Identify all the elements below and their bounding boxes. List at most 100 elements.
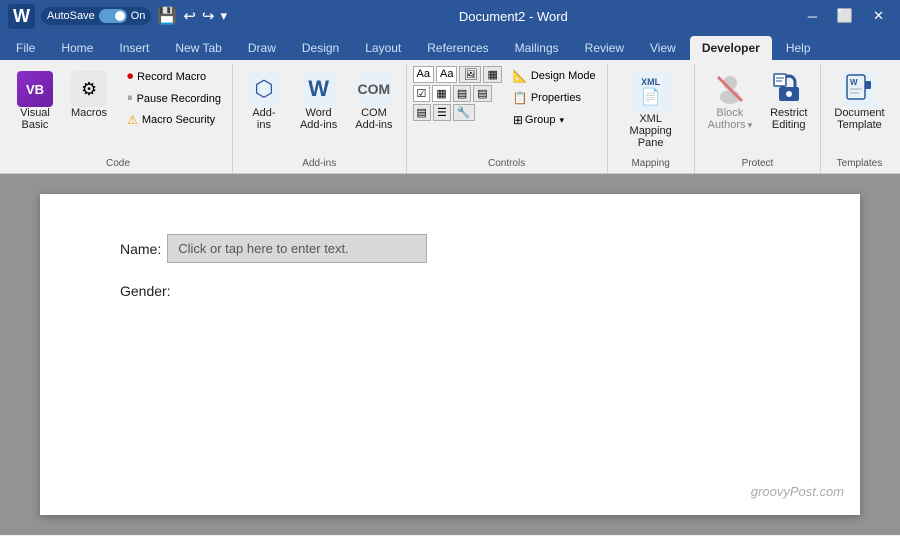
close-button[interactable]: ✕ — [865, 4, 892, 28]
visual-basic-button[interactable]: VB VisualBasic — [10, 66, 60, 136]
design-mode-button[interactable]: 📐 Design Mode — [508, 66, 601, 86]
properties-button[interactable]: 📋 Properties — [508, 88, 601, 108]
tab-developer[interactable]: Developer — [690, 36, 772, 60]
tab-newtab[interactable]: New Tab — [163, 36, 233, 60]
group-button[interactable]: ⊞ Group ▾ — [508, 110, 601, 130]
ctrl-check-2[interactable]: ▦ — [432, 85, 450, 102]
tab-references[interactable]: References — [415, 36, 500, 60]
mapping-group-content: XML 📄 XML MappingPane — [614, 66, 688, 154]
ctrl-img-1[interactable]: 🖼 — [459, 66, 481, 83]
code-small-buttons: ⏺ Record Macro ⏸ Pause Recording ⚠ Macro… — [122, 66, 226, 130]
ctrl-check-4[interactable]: ▤ — [473, 85, 491, 102]
word-add-ins-button[interactable]: W WordAdd-ins — [293, 66, 344, 136]
document-page: Name: Click or tap here to enter text. G… — [40, 194, 860, 515]
document-template-icon: W — [841, 71, 877, 107]
title-bar-left: W AutoSave On 💾 ↩ ↪ ▾ — [8, 4, 227, 29]
tab-help[interactable]: Help — [774, 36, 823, 60]
block-authors-icon — [712, 71, 748, 107]
ctrl-img-2[interactable]: ▦ — [483, 66, 501, 83]
ribbon-group-templates: W DocumentTemplate Templates — [821, 64, 897, 173]
redo-icon[interactable]: ↪ — [202, 7, 215, 25]
macro-security-button[interactable]: ⚠ Macro Security — [122, 110, 226, 130]
tab-review[interactable]: Review — [573, 36, 636, 60]
word-logo-icon: W — [8, 4, 35, 29]
add-ins-icon: ⬡ — [246, 71, 282, 107]
controls-group-label: Controls — [488, 158, 525, 171]
macros-label: Macros — [71, 107, 107, 119]
add-ins-button[interactable]: ⬡ Add-ins — [239, 66, 289, 136]
com-add-ins-label: COMAdd-ins — [355, 107, 392, 131]
restrict-editing-icon — [771, 71, 807, 107]
com-add-ins-button[interactable]: COM COMAdd-ins — [348, 66, 399, 136]
macro-security-label: Macro Security — [142, 114, 215, 126]
add-ins-label: Add-ins — [252, 107, 275, 131]
restore-button[interactable]: ⬜ — [829, 4, 861, 28]
document-template-button[interactable]: W DocumentTemplate — [827, 66, 891, 136]
save-icon[interactable]: 💾 — [157, 6, 177, 26]
design-mode-label: Design Mode — [531, 70, 596, 82]
watermark: groovyPost.com — [751, 484, 844, 499]
warning-icon: ⚠ — [127, 113, 138, 127]
ctrl-misc-2[interactable]: ☰ — [433, 104, 451, 121]
design-mode-icon: 📐 — [513, 69, 528, 83]
ribbon: VB VisualBasic ⚙ Macros ⏺ Record Macro ⏸… — [0, 60, 900, 174]
tab-home[interactable]: Home — [49, 36, 105, 60]
xml-mapping-icon: XML 📄 — [630, 71, 672, 113]
record-macro-button[interactable]: ⏺ Record Macro — [122, 66, 226, 87]
autosave-state: On — [131, 10, 146, 22]
tab-draw[interactable]: Draw — [236, 36, 288, 60]
name-placeholder: Click or tap here to enter text. — [178, 241, 349, 256]
autosave-label: AutoSave — [47, 10, 95, 22]
document-area: Name: Click or tap here to enter text. G… — [0, 174, 900, 535]
tab-insert[interactable]: Insert — [107, 36, 161, 60]
pause-icon: ⏸ — [127, 92, 133, 105]
ctrl-check-3[interactable]: ▤ — [453, 85, 471, 102]
document-template-label: DocumentTemplate — [834, 107, 884, 131]
ctrl-aa-1[interactable]: Aa — [413, 66, 434, 83]
properties-label: Properties — [531, 92, 581, 104]
add-ins-group-label: Add-ins — [302, 158, 336, 171]
group-icon: ⊞ — [513, 113, 523, 127]
restrict-editing-button[interactable]: RestrictEditing — [763, 66, 814, 136]
ribbon-group-controls: Aa Aa 🖼 ▦ ☑ ▦ ▤ ▤ ▤ ☰ 🔧 — [407, 64, 608, 173]
name-label: Name: — [120, 241, 161, 257]
macros-icon: ⚙ — [71, 71, 107, 107]
block-authors-label: BlockAuthors▾ — [708, 107, 752, 131]
word-add-ins-label: WordAdd-ins — [300, 107, 337, 131]
gender-row: Gender: — [120, 283, 780, 299]
tab-design[interactable]: Design — [290, 36, 351, 60]
name-row: Name: Click or tap here to enter text. — [120, 234, 780, 263]
add-ins-group-content: ⬡ Add-ins W WordAdd-ins COM COMAdd-ins — [239, 66, 400, 154]
controls-icons: Aa Aa 🖼 ▦ ☑ ▦ ▤ ▤ ▤ ☰ 🔧 — [413, 66, 502, 121]
app-title: Document2 - Word — [227, 9, 800, 24]
undo-icon[interactable]: ↩ — [183, 7, 196, 25]
name-input-field[interactable]: Click or tap here to enter text. — [167, 234, 427, 263]
ctrl-misc-1[interactable]: ▤ — [413, 104, 431, 121]
ctrl-misc-3[interactable]: 🔧 — [453, 104, 475, 121]
tab-layout[interactable]: Layout — [353, 36, 413, 60]
tab-view[interactable]: View — [638, 36, 688, 60]
pause-recording-button[interactable]: ⏸ Pause Recording — [122, 89, 226, 108]
tab-bar: File Home Insert New Tab Draw Design Lay… — [0, 32, 900, 60]
protect-group-label: Protect — [742, 158, 774, 171]
ctrl-aa-2[interactable]: Aa — [436, 66, 457, 83]
minimize-button[interactable]: ─ — [800, 5, 825, 28]
ctrl-check-1[interactable]: ☑ — [413, 85, 431, 102]
tab-file[interactable]: File — [4, 36, 47, 60]
controls-group-content: Aa Aa 🖼 ▦ ☑ ▦ ▤ ▤ ▤ ☰ 🔧 — [413, 66, 601, 154]
ribbon-group-code: VB VisualBasic ⚙ Macros ⏺ Record Macro ⏸… — [4, 64, 233, 173]
autosave-toggle[interactable] — [99, 9, 127, 23]
block-authors-button[interactable]: BlockAuthors▾ — [701, 66, 759, 136]
visual-basic-label: VisualBasic — [20, 107, 50, 131]
code-group-label: Code — [106, 158, 130, 171]
tab-mailings[interactable]: Mailings — [503, 36, 571, 60]
autosave-badge[interactable]: AutoSave On — [41, 7, 151, 25]
protect-group-content: BlockAuthors▾ RestrictEditing — [701, 66, 815, 154]
title-bar: W AutoSave On 💾 ↩ ↪ ▾ Document2 - Word ─… — [0, 0, 900, 32]
com-add-ins-icon: COM — [356, 71, 392, 107]
ribbon-group-mapping: XML 📄 XML MappingPane Mapping — [608, 64, 695, 173]
templates-group-content: W DocumentTemplate — [827, 66, 891, 154]
macros-button[interactable]: ⚙ Macros — [64, 66, 114, 124]
restrict-editing-label: RestrictEditing — [770, 107, 807, 131]
xml-mapping-button[interactable]: XML 📄 XML MappingPane — [614, 66, 688, 154]
